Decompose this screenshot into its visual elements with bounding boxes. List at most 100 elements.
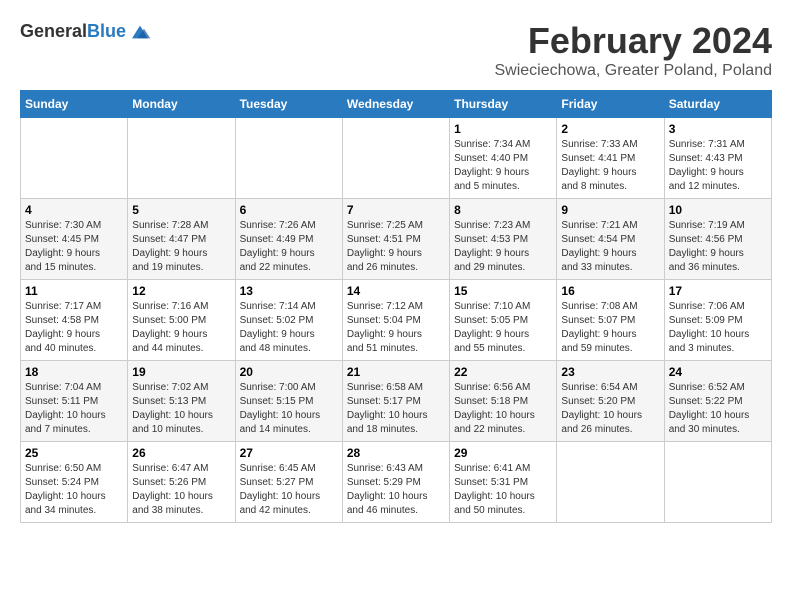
day-number: 25 bbox=[25, 446, 123, 460]
calendar-cell bbox=[235, 118, 342, 199]
day-info: Sunrise: 6:50 AM Sunset: 5:24 PM Dayligh… bbox=[25, 462, 123, 518]
calendar-cell bbox=[557, 442, 664, 523]
calendar-cell: 11 Sunrise: 7:17 AM Sunset: 4:58 PM Dayli… bbox=[21, 280, 128, 361]
weekday-header-thursday: Thursday bbox=[450, 91, 557, 118]
day-info: Sunrise: 6:54 AM Sunset: 5:20 PM Dayligh… bbox=[561, 381, 659, 437]
page-header: GeneralBlue February 2024 Swieciechowa, … bbox=[20, 20, 772, 80]
calendar-cell: 1 Sunrise: 7:34 AM Sunset: 4:40 PM Daylig… bbox=[450, 118, 557, 199]
day-info: Sunrise: 7:34 AM Sunset: 4:40 PM Dayligh… bbox=[454, 138, 552, 194]
day-number: 6 bbox=[240, 203, 338, 217]
day-number: 23 bbox=[561, 365, 659, 379]
calendar-cell: 2 Sunrise: 7:33 AM Sunset: 4:41 PM Daylig… bbox=[557, 118, 664, 199]
day-info: Sunrise: 7:12 AM Sunset: 5:04 PM Dayligh… bbox=[347, 300, 445, 356]
day-number: 7 bbox=[347, 203, 445, 217]
day-info: Sunrise: 6:43 AM Sunset: 5:29 PM Dayligh… bbox=[347, 462, 445, 518]
calendar-cell: 28 Sunrise: 6:43 AM Sunset: 5:29 PM Dayli… bbox=[342, 442, 449, 523]
calendar-header-row: SundayMondayTuesdayWednesdayThursdayFrid… bbox=[21, 91, 772, 118]
day-info: Sunrise: 7:30 AM Sunset: 4:45 PM Dayligh… bbox=[25, 219, 123, 275]
calendar-cell: 9Sunrise: 7:21 AM Sunset: 4:54 PM Daylig… bbox=[557, 199, 664, 280]
day-number: 15 bbox=[454, 284, 552, 298]
day-info: Sunrise: 7:28 AM Sunset: 4:47 PM Dayligh… bbox=[132, 219, 230, 275]
weekday-header-sunday: Sunday bbox=[21, 91, 128, 118]
day-number: 2 bbox=[561, 122, 659, 136]
calendar-cell: 21Sunrise: 6:58 AM Sunset: 5:17 PM Dayli… bbox=[342, 361, 449, 442]
day-info: Sunrise: 7:26 AM Sunset: 4:49 PM Dayligh… bbox=[240, 219, 338, 275]
calendar-cell: 22 Sunrise: 6:56 AM Sunset: 5:18 PM Dayli… bbox=[450, 361, 557, 442]
day-info: Sunrise: 7:31 AM Sunset: 4:43 PM Dayligh… bbox=[669, 138, 767, 194]
main-title: February 2024 bbox=[495, 20, 773, 62]
calendar-cell bbox=[342, 118, 449, 199]
day-number: 8 bbox=[454, 203, 552, 217]
day-number: 22 bbox=[454, 365, 552, 379]
day-info: Sunrise: 6:52 AM Sunset: 5:22 PM Dayligh… bbox=[669, 381, 767, 437]
day-info: Sunrise: 7:16 AM Sunset: 5:00 PM Dayligh… bbox=[132, 300, 230, 356]
day-info: Sunrise: 7:23 AM Sunset: 4:53 PM Dayligh… bbox=[454, 219, 552, 275]
day-number: 9 bbox=[561, 203, 659, 217]
calendar-cell: 3 Sunrise: 7:31 AM Sunset: 4:43 PM Daylig… bbox=[664, 118, 771, 199]
calendar-cell: 7 Sunrise: 7:25 AM Sunset: 4:51 PM Daylig… bbox=[342, 199, 449, 280]
day-info: Sunrise: 7:04 AM Sunset: 5:11 PM Dayligh… bbox=[25, 381, 123, 437]
day-number: 18 bbox=[25, 365, 123, 379]
logo: GeneralBlue bbox=[20, 20, 152, 44]
calendar-cell: 25 Sunrise: 6:50 AM Sunset: 5:24 PM Dayli… bbox=[21, 442, 128, 523]
day-info: Sunrise: 6:41 AM Sunset: 5:31 PM Dayligh… bbox=[454, 462, 552, 518]
day-number: 3 bbox=[669, 122, 767, 136]
day-number: 27 bbox=[240, 446, 338, 460]
day-info: Sunrise: 6:56 AM Sunset: 5:18 PM Dayligh… bbox=[454, 381, 552, 437]
day-number: 20 bbox=[240, 365, 338, 379]
day-number: 1 bbox=[454, 122, 552, 136]
day-info: Sunrise: 7:33 AM Sunset: 4:41 PM Dayligh… bbox=[561, 138, 659, 194]
day-number: 11 bbox=[25, 284, 123, 298]
calendar-week-row: 25 Sunrise: 6:50 AM Sunset: 5:24 PM Dayli… bbox=[21, 442, 772, 523]
day-info: Sunrise: 7:00 AM Sunset: 5:15 PM Dayligh… bbox=[240, 381, 338, 437]
day-number: 17 bbox=[669, 284, 767, 298]
day-number: 28 bbox=[347, 446, 445, 460]
day-info: Sunrise: 7:25 AM Sunset: 4:51 PM Dayligh… bbox=[347, 219, 445, 275]
calendar-cell: 24 Sunrise: 6:52 AM Sunset: 5:22 PM Dayli… bbox=[664, 361, 771, 442]
day-info: Sunrise: 7:02 AM Sunset: 5:13 PM Dayligh… bbox=[132, 381, 230, 437]
calendar-cell bbox=[664, 442, 771, 523]
calendar-cell: 10 Sunrise: 7:19 AM Sunset: 4:56 PM Dayli… bbox=[664, 199, 771, 280]
day-info: Sunrise: 7:06 AM Sunset: 5:09 PM Dayligh… bbox=[669, 300, 767, 356]
day-number: 4 bbox=[25, 203, 123, 217]
calendar-cell: 19 Sunrise: 7:02 AM Sunset: 5:13 PM Dayli… bbox=[128, 361, 235, 442]
calendar-cell: 13 Sunrise: 7:14 AM Sunset: 5:02 PM Dayli… bbox=[235, 280, 342, 361]
calendar-cell: 14 Sunrise: 7:12 AM Sunset: 5:04 PM Dayli… bbox=[342, 280, 449, 361]
subtitle: Swieciechowa, Greater Poland, Poland bbox=[495, 62, 773, 80]
weekday-header-saturday: Saturday bbox=[664, 91, 771, 118]
weekday-header-friday: Friday bbox=[557, 91, 664, 118]
weekday-header-wednesday: Wednesday bbox=[342, 91, 449, 118]
weekday-header-monday: Monday bbox=[128, 91, 235, 118]
day-info: Sunrise: 6:47 AM Sunset: 5:26 PM Dayligh… bbox=[132, 462, 230, 518]
day-number: 13 bbox=[240, 284, 338, 298]
day-number: 26 bbox=[132, 446, 230, 460]
title-section: February 2024 Swieciechowa, Greater Pola… bbox=[495, 20, 773, 80]
calendar-cell: 17 Sunrise: 7:06 AM Sunset: 5:09 PM Dayli… bbox=[664, 280, 771, 361]
day-number: 24 bbox=[669, 365, 767, 379]
calendar-cell: 27Sunrise: 6:45 AM Sunset: 5:27 PM Dayli… bbox=[235, 442, 342, 523]
day-info: Sunrise: 7:08 AM Sunset: 5:07 PM Dayligh… bbox=[561, 300, 659, 356]
day-info: Sunrise: 7:19 AM Sunset: 4:56 PM Dayligh… bbox=[669, 219, 767, 275]
calendar-cell bbox=[128, 118, 235, 199]
calendar-cell: 18 Sunrise: 7:04 AM Sunset: 5:11 PM Dayli… bbox=[21, 361, 128, 442]
calendar-cell bbox=[21, 118, 128, 199]
calendar-cell: 12 Sunrise: 7:16 AM Sunset: 5:00 PM Dayli… bbox=[128, 280, 235, 361]
calendar-week-row: 4 Sunrise: 7:30 AM Sunset: 4:45 PM Daylig… bbox=[21, 199, 772, 280]
day-number: 14 bbox=[347, 284, 445, 298]
day-info: Sunrise: 7:17 AM Sunset: 4:58 PM Dayligh… bbox=[25, 300, 123, 356]
calendar-cell: 29 Sunrise: 6:41 AM Sunset: 5:31 PM Dayli… bbox=[450, 442, 557, 523]
day-number: 16 bbox=[561, 284, 659, 298]
day-info: Sunrise: 7:14 AM Sunset: 5:02 PM Dayligh… bbox=[240, 300, 338, 356]
day-number: 21 bbox=[347, 365, 445, 379]
calendar-cell: 5Sunrise: 7:28 AM Sunset: 4:47 PM Daylig… bbox=[128, 199, 235, 280]
calendar-cell: 16 Sunrise: 7:08 AM Sunset: 5:07 PM Dayli… bbox=[557, 280, 664, 361]
day-number: 12 bbox=[132, 284, 230, 298]
day-number: 19 bbox=[132, 365, 230, 379]
day-info: Sunrise: 7:10 AM Sunset: 5:05 PM Dayligh… bbox=[454, 300, 552, 356]
day-number: 10 bbox=[669, 203, 767, 217]
day-number: 29 bbox=[454, 446, 552, 460]
calendar-week-row: 11 Sunrise: 7:17 AM Sunset: 4:58 PM Dayli… bbox=[21, 280, 772, 361]
calendar-cell: 26 Sunrise: 6:47 AM Sunset: 5:26 PM Dayli… bbox=[128, 442, 235, 523]
calendar-cell: 6 Sunrise: 7:26 AM Sunset: 4:49 PM Daylig… bbox=[235, 199, 342, 280]
calendar-table: SundayMondayTuesdayWednesdayThursdayFrid… bbox=[20, 90, 772, 523]
